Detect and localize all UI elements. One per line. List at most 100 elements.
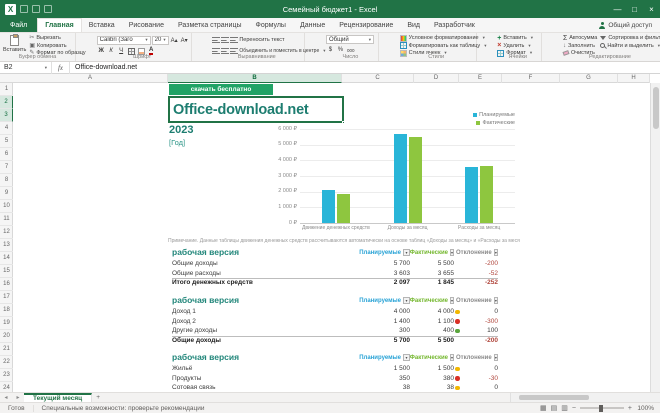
row-header-9[interactable]: 9 — [0, 187, 13, 200]
wrap-text-button[interactable]: Переносить текст — [239, 37, 284, 44]
row-header-17[interactable]: 17 — [0, 291, 13, 304]
accessibility-status[interactable]: Специальные возможности: проверьте реком… — [32, 404, 213, 412]
add-sheet-button[interactable]: + — [92, 393, 104, 402]
copy-button[interactable]: ▣ Копировать — [29, 43, 85, 50]
zoom-out-button[interactable]: − — [572, 405, 576, 412]
row-header-12[interactable]: 12 — [0, 226, 13, 239]
row-header-24[interactable]: 24 — [0, 382, 13, 392]
align-top-icon[interactable] — [212, 37, 221, 43]
find-select-button[interactable]: Найти и выделить ▾ — [600, 43, 660, 50]
table-total-row[interactable]: Итого денежных средств 2 097 1 845 -252 — [0, 278, 650, 288]
column-header-A[interactable]: A — [13, 74, 168, 83]
table-row[interactable]: Общие расходы 3 603 3 655 -52 — [0, 269, 650, 279]
cut-button[interactable]: ✂ Вырезать — [29, 35, 85, 42]
row-header-23[interactable]: 23 — [0, 369, 13, 382]
sheet-nav-left-icon[interactable]: ◂ — [0, 393, 12, 402]
tab-Файл[interactable]: Файл — [0, 18, 38, 32]
share-button[interactable]: Общий доступ — [591, 18, 660, 32]
column-header-G[interactable]: G — [560, 74, 618, 83]
table-row[interactable]: Продукты 350 380 -30 — [0, 374, 650, 384]
row-header-7[interactable]: 7 — [0, 161, 13, 174]
page-break-view-icon[interactable]: ▥ — [561, 404, 568, 412]
row-header-21[interactable]: 21 — [0, 343, 13, 356]
sheet-grid[interactable]: 1 2 3 4 5 6 7 8 9 10 11 12 13 14 15 16 17 18 19 20 21 22 23 24 … — [0, 83, 650, 392]
row-header-3[interactable]: 3 — [0, 109, 13, 122]
paste-button[interactable]: Вставить — [3, 34, 26, 53]
row-header-13[interactable]: 13 — [0, 239, 13, 252]
fx-icon[interactable]: fx — [52, 61, 70, 74]
minimize-button[interactable]: — — [609, 0, 626, 18]
table-row[interactable]: Общие доходы 5 700 5 500 -200 — [0, 259, 650, 269]
column-header-H[interactable]: H — [618, 74, 650, 83]
row-header-16[interactable]: 16 — [0, 278, 13, 291]
column-header-F[interactable]: F — [502, 74, 560, 83]
row-header-5[interactable]: 5 — [0, 135, 13, 148]
insert-cells-button[interactable]: + Вставить ▾ — [497, 35, 533, 42]
redo-icon[interactable] — [44, 5, 52, 13]
tab-Разметка страницы[interactable]: Разметка страницы — [171, 18, 249, 32]
table-row[interactable]: Другие доходы 300 400 100 — [0, 326, 650, 336]
close-button[interactable]: × — [643, 0, 660, 18]
increase-font-button[interactable]: А▴ — [170, 36, 179, 45]
column-header-C[interactable]: C — [342, 74, 414, 83]
row-header-14[interactable]: 14 — [0, 252, 13, 265]
align-bottom-icon[interactable] — [230, 37, 239, 43]
delete-cells-button[interactable]: × Удалить ▾ — [497, 42, 533, 49]
table-row[interactable]: Сотовая связь 38 38 0 — [0, 383, 650, 392]
column-header-B[interactable]: B — [168, 74, 342, 83]
row-header-4[interactable]: 4 — [0, 122, 13, 135]
tab-Разработчик[interactable]: Разработчик — [427, 18, 482, 32]
row-header-8[interactable]: 8 — [0, 174, 13, 187]
row-header-20[interactable]: 20 — [0, 330, 13, 343]
font-name-select[interactable]: Calibri (Заго ▾ — [96, 35, 151, 45]
number-format-select[interactable]: Общий ▾ — [325, 35, 374, 44]
zoom-slider-thumb[interactable] — [598, 404, 604, 412]
sort-filter-button[interactable]: Сортировка и фильтр▾ — [600, 35, 660, 42]
filter-dropdown-button[interactable]: ▾ — [493, 354, 498, 361]
row-header-18[interactable]: 18 — [0, 304, 13, 317]
filter-dropdown-button[interactable]: ▾ — [493, 297, 498, 304]
tab-Рецензирование[interactable]: Рецензирование — [332, 18, 400, 32]
tab-Вставка[interactable]: Вставка — [82, 18, 122, 32]
row-header-6[interactable]: 6 — [0, 148, 13, 161]
zoom-in-button[interactable]: + — [628, 405, 632, 412]
filter-dropdown-button[interactable]: ▾ — [449, 249, 454, 256]
tab-Вид[interactable]: Вид — [400, 18, 427, 32]
zoom-level[interactable]: 100% — [636, 405, 654, 412]
tab-Формулы[interactable]: Формулы — [249, 18, 293, 32]
format-as-table-button[interactable]: Форматировать как таблицу ▾ — [399, 42, 486, 50]
filter-dropdown-button[interactable]: ▾ — [493, 249, 498, 256]
vertical-scrollbar[interactable] — [650, 83, 660, 392]
align-middle-icon[interactable] — [221, 37, 230, 43]
tab-Рисование[interactable]: Рисование — [122, 18, 171, 32]
row-header-19[interactable]: 19 — [0, 317, 13, 330]
row-header-15[interactable]: 15 — [0, 265, 13, 278]
fill-button[interactable]: ↓ Заполнить — [563, 43, 597, 50]
row-header-2[interactable]: 2 — [0, 96, 13, 109]
table-total-row[interactable]: Общие доходы 5 700 5 500 -200 — [0, 335, 650, 346]
column-header-D[interactable]: D — [414, 74, 459, 83]
tab-Главная[interactable]: Главная — [37, 18, 82, 32]
formula-input[interactable]: Office-download.net — [70, 64, 137, 71]
table-row[interactable]: Доход 2 1 400 1 100 -300 — [0, 317, 650, 327]
column-header-E[interactable]: E — [459, 74, 502, 83]
row-header-11[interactable]: 11 — [0, 213, 13, 226]
page-layout-view-icon[interactable]: ▤ — [551, 404, 558, 412]
zoom-slider[interactable] — [579, 404, 624, 412]
sheet-nav-right-icon[interactable]: ▸ — [12, 393, 24, 402]
undo-icon[interactable] — [32, 5, 40, 13]
normal-view-icon[interactable]: ▦ — [540, 404, 547, 412]
filter-dropdown-button[interactable]: ▾ — [449, 297, 454, 304]
autosum-button[interactable]: Σ Автосумма — [563, 35, 597, 42]
maximize-button[interactable]: □ — [626, 0, 643, 18]
row-header-1[interactable]: 1 — [0, 83, 13, 96]
sheet-tab-Текущий месяц[interactable]: Текущий месяц — [24, 393, 93, 402]
filter-dropdown-button[interactable]: ▾ — [449, 354, 454, 361]
horizontal-scrollbar[interactable] — [510, 393, 660, 402]
tab-Данные[interactable]: Данные — [293, 18, 332, 32]
row-header-10[interactable]: 10 — [0, 200, 13, 213]
table-row[interactable]: Жильё 1 500 1 500 0 — [0, 364, 650, 374]
save-icon[interactable] — [20, 5, 28, 13]
conditional-formatting-button[interactable]: Условное форматирование ▾ — [399, 34, 487, 42]
decrease-font-button[interactable]: А▾ — [180, 36, 189, 45]
